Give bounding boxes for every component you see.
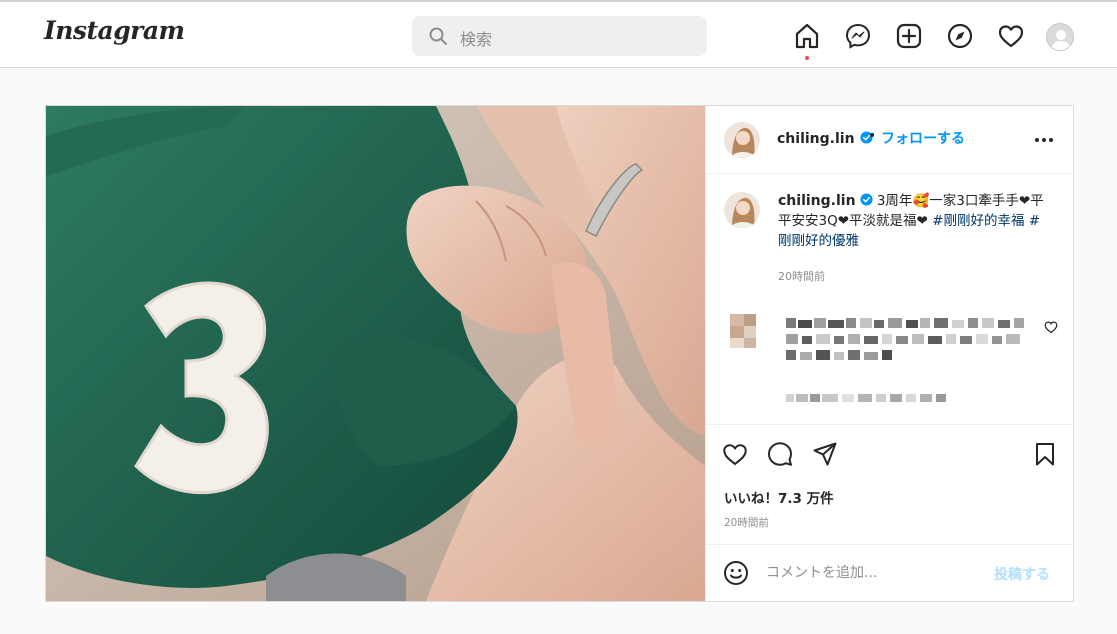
author-username[interactable]: chiling.lin [777,131,855,147]
post-timestamp[interactable]: 20時間前 [724,515,769,530]
new-post-icon[interactable] [895,22,923,50]
emoji-icon[interactable] [723,560,749,586]
explore-icon[interactable] [946,22,974,50]
post-comment-button[interactable]: 投稿する [994,564,1050,584]
post-side-panel: chiling.lin • フォローする chiling.lin 3周年🥰一家3… [705,106,1074,601]
messenger-icon[interactable] [844,22,872,50]
comment-bubble-icon[interactable] [767,441,793,467]
post-caption: chiling.lin 3周年🥰一家3口牽手手❤平平安安3Q❤平淡就是福❤ #剛… [778,191,1048,251]
author-photo-icon [724,192,760,228]
top-nav-bar: Instagram 検索 [0,0,1117,68]
follow-button[interactable]: フォローする [881,128,965,148]
pixelated-comment [722,312,1062,412]
share-paper-plane-icon[interactable] [812,441,838,467]
default-avatar-icon [1051,30,1071,50]
caption-timestamp: 20時間前 [778,270,825,283]
comment-like-heart-icon[interactable] [1044,320,1058,334]
post-photo[interactable] [46,106,705,601]
search-box[interactable]: 検索 [412,16,707,56]
activity-heart-icon[interactable] [997,22,1025,50]
caption-emoji: 🥰 [912,193,930,209]
instagram-logo[interactable]: Instagram [44,16,185,45]
author-photo-icon [724,122,760,158]
notification-dot [805,56,809,60]
photo-illustration [46,106,705,601]
caption-username[interactable]: chiling.lin [778,193,856,209]
verified-badge-icon [860,193,873,206]
caption-text-1: 3周年 [872,193,913,209]
hashtag-link[interactable]: #剛剛好的幸福 [932,213,1024,229]
caption-author-avatar[interactable] [724,192,760,228]
like-heart-icon[interactable] [722,441,748,467]
search-icon [429,27,447,45]
comment-input[interactable] [766,561,976,585]
save-bookmark-icon[interactable] [1032,441,1058,467]
likes-count[interactable]: いいね！7.3 万件 [724,487,834,507]
profile-avatar[interactable] [1046,23,1074,51]
author-name-row: chiling.lin [777,128,873,147]
add-comment-bar: 投稿する [706,544,1074,601]
post-card: chiling.lin • フォローする chiling.lin 3周年🥰一家3… [45,105,1074,602]
header-separator: • [868,128,877,144]
post-header: chiling.lin • フォローする [706,106,1074,174]
home-icon[interactable] [793,22,821,50]
author-avatar[interactable] [724,122,760,158]
search-placeholder[interactable]: 検索 [460,26,492,50]
more-options-icon[interactable] [1034,137,1054,143]
pixelated-comment-graphic [730,314,1024,402]
